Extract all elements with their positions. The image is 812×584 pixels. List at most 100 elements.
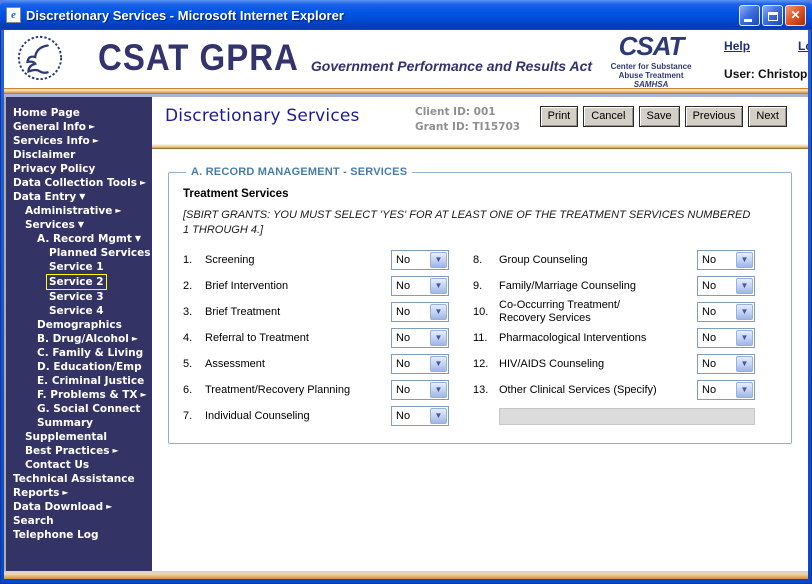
- sidebar-item-supplemental[interactable]: Supplemental: [6, 430, 152, 444]
- sidebar-item-privacy-policy[interactable]: Privacy Policy: [6, 162, 152, 176]
- next-button[interactable]: Next: [748, 106, 787, 127]
- sidebar-item-service-4[interactable]: Service 4: [6, 304, 152, 318]
- dropdown-arrow-button[interactable]: ▼: [736, 252, 753, 268]
- sidebar-item-label: Service 3: [49, 290, 104, 304]
- sidebar-item-f-problems-tx[interactable]: F. Problems & TX►: [6, 388, 152, 402]
- dropdown-arrow-button[interactable]: ▼: [430, 252, 447, 268]
- sidebar-item-a-record-mgmt[interactable]: A. Record Mgmt▼: [6, 232, 152, 246]
- service-item-2-select[interactable]: No ▼: [391, 276, 449, 296]
- sidebar-item-e-criminal-justice[interactable]: E. Criminal Justice: [6, 374, 152, 388]
- content-divider-bar: [152, 144, 808, 149]
- sidebar-item-planned-services[interactable]: Planned Services: [6, 246, 152, 260]
- close-button[interactable]: ✕: [785, 5, 806, 26]
- item-number: 8.: [473, 254, 499, 266]
- dropdown-arrow-button[interactable]: ▼: [736, 382, 753, 398]
- sidebar-item-label: Best Practices: [25, 444, 109, 458]
- service-item-5-select[interactable]: No▼: [391, 354, 449, 374]
- print-button[interactable]: Print: [540, 106, 579, 127]
- app-body: Home PageGeneral Info►Services Info►Disc…: [4, 97, 808, 571]
- cancel-button[interactable]: Cancel: [583, 106, 633, 127]
- save-button[interactable]: Save: [639, 106, 680, 127]
- service-item-1-select[interactable]: No▼: [391, 250, 449, 270]
- maximize-button[interactable]: [762, 5, 783, 26]
- service-item-11-select[interactable]: No▼: [697, 328, 755, 348]
- minimize-button[interactable]: [739, 5, 760, 26]
- sidebar-item-administrative[interactable]: Administrative►: [6, 204, 152, 218]
- select-value: No: [392, 280, 410, 292]
- sidebar-item-technical-assistance[interactable]: Technical Assistance: [6, 472, 152, 486]
- sidebar-item-telephone-log[interactable]: Telephone Log: [6, 528, 152, 542]
- toolbar: Print Cancel Save Previous Next: [540, 106, 787, 127]
- dropdown-arrow-button[interactable]: ▼: [736, 356, 753, 372]
- brand-block: CSAT GPRA Government Performance and Res…: [98, 42, 592, 78]
- close-icon: ✕: [790, 6, 800, 25]
- sidebar-item-demographics[interactable]: Demographics: [6, 318, 152, 332]
- item-label: Brief Treatment: [205, 306, 391, 319]
- chevron-down-icon: ▼: [741, 256, 749, 264]
- dropdown-arrow-button[interactable]: ▼: [430, 330, 447, 346]
- sidebar-item-label: Service 4: [49, 304, 104, 318]
- sidebar-item-services[interactable]: Services▼: [6, 218, 152, 232]
- service-item-9-select[interactable]: No ▼: [697, 276, 755, 296]
- select-value: No: [698, 280, 716, 292]
- item-label-line1: Family/Marriage Counseling: [499, 280, 636, 292]
- sidebar-item-reports[interactable]: Reports►: [6, 486, 152, 500]
- sidebar-item-g-social-connect[interactable]: G. Social Connect: [6, 402, 152, 416]
- service-item-8-select[interactable]: No▼: [697, 250, 755, 270]
- chevron-down-icon: ▼: [741, 334, 749, 342]
- dropdown-arrow-button[interactable]: ▼: [430, 304, 447, 320]
- dropdown-arrow-button[interactable]: ▼: [430, 356, 447, 372]
- service-item-10-select[interactable]: No▼: [697, 302, 755, 322]
- maximize-icon: [768, 12, 778, 21]
- page-title: Discretionary Services: [165, 106, 360, 126]
- sidebar-item-service-1[interactable]: Service 1: [6, 260, 152, 274]
- sidebar-item-home-page[interactable]: Home Page: [6, 106, 152, 120]
- sidebar-item-search[interactable]: Search: [6, 514, 152, 528]
- sidebar-item-label: Summary: [37, 416, 93, 430]
- help-link[interactable]: Help: [724, 39, 750, 53]
- sidebar-item-label: Service 1: [49, 260, 104, 274]
- service-item-12-select[interactable]: No▼: [697, 354, 755, 374]
- sidebar-item-label: G. Social Connect: [37, 402, 140, 416]
- dropdown-arrow-button[interactable]: ▼: [430, 382, 447, 398]
- select-value: No: [698, 384, 716, 396]
- item-number: 9.: [473, 280, 499, 292]
- title-bar[interactable]: e Discretionary Services - Microsoft Int…: [0, 0, 812, 30]
- service-item-3-select[interactable]: No▼: [391, 302, 449, 322]
- sidebar-item-b-drug-alcohol[interactable]: B. Drug/Alcohol►: [6, 332, 152, 346]
- sidebar-item-contact-us[interactable]: Contact Us: [6, 458, 152, 472]
- logout-link[interactable]: Logout: [798, 39, 808, 53]
- service-item-6-select[interactable]: No▼: [391, 380, 449, 400]
- item-label: Referral to Treatment: [205, 332, 391, 345]
- item-label-line1: Co-Occurring Treatment/: [499, 299, 620, 311]
- dropdown-arrow-button[interactable]: ▼: [736, 304, 753, 320]
- other-clinical-services-specify-input[interactable]: [499, 408, 755, 425]
- item-number: 12.: [473, 358, 499, 370]
- dropdown-arrow-button[interactable]: ▼: [430, 278, 447, 294]
- sidebar-item-summary[interactable]: Summary: [6, 416, 152, 430]
- item-label: Individual Counseling: [205, 410, 391, 423]
- dropdown-arrow-button[interactable]: ▼: [736, 330, 753, 346]
- service-item-4-select[interactable]: No▼: [391, 328, 449, 348]
- sidebar-item-best-practices[interactable]: Best Practices►: [6, 444, 152, 458]
- chevron-down-icon: ▼: [435, 334, 443, 342]
- sidebar-item-c-family-living[interactable]: C. Family & Living: [6, 346, 152, 360]
- service-item-7-select[interactable]: No▼: [391, 406, 449, 426]
- sidebar-item-disclaimer[interactable]: Disclaimer: [6, 148, 152, 162]
- sidebar-item-data-entry[interactable]: Data Entry▼: [6, 190, 152, 204]
- service-item-13-select[interactable]: No ▼: [697, 380, 755, 400]
- sidebar-item-general-info[interactable]: General Info►: [6, 120, 152, 134]
- item-number: 3.: [183, 306, 205, 318]
- sidebar-item-service-2[interactable]: Service 2: [6, 274, 152, 290]
- sidebar-item-data-collection-tools[interactable]: Data Collection Tools►: [6, 176, 152, 190]
- dropdown-arrow-button[interactable]: ▼: [736, 278, 753, 294]
- sidebar-item-service-3[interactable]: Service 3: [6, 290, 152, 304]
- sidebar-item-d-education-emp[interactable]: D. Education/Emp: [6, 360, 152, 374]
- sidebar-item-services-info[interactable]: Services Info►: [6, 134, 152, 148]
- dropdown-arrow-button[interactable]: ▼: [430, 408, 447, 424]
- window-controls: ✕: [739, 5, 806, 26]
- previous-button[interactable]: Previous: [685, 106, 744, 127]
- browser-window: e Discretionary Services - Microsoft Int…: [0, 0, 812, 584]
- sidebar-item-label: General Info: [13, 120, 86, 134]
- sidebar-item-data-download[interactable]: Data Download►: [6, 500, 152, 514]
